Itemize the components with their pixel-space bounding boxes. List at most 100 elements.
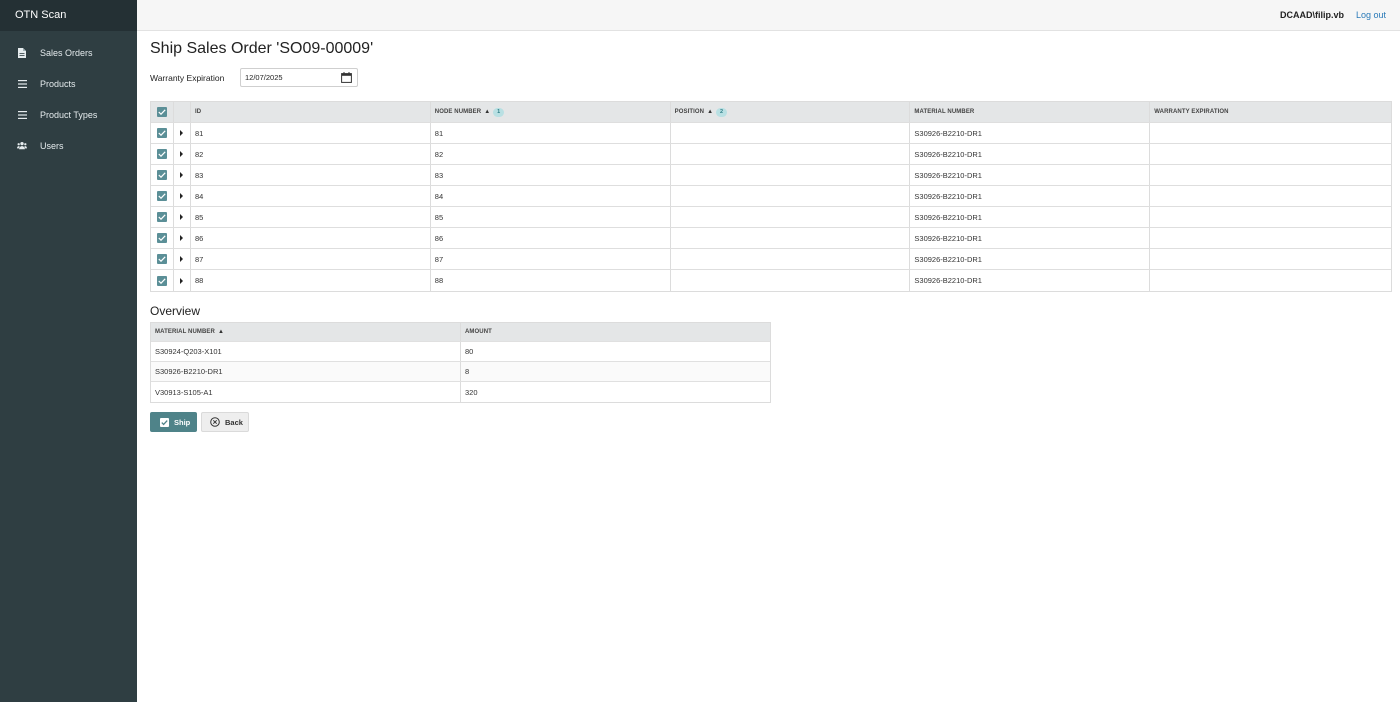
ship-button[interactable]: Ship (150, 412, 197, 432)
row-checkbox[interactable] (156, 191, 167, 201)
cell-material-number: S30926-B2210-DR1 (910, 144, 1151, 164)
current-user: DCAAD\filip.vb (1280, 10, 1344, 20)
table-row[interactable]: 84 84 S30926-B2210-DR1 (151, 186, 1391, 207)
table-row[interactable]: 81 81 S30926-B2210-DR1 (151, 123, 1391, 144)
sidebar-item-label: Product Types (40, 109, 98, 120)
sidebar-item-product-types[interactable]: Product Types (0, 99, 137, 130)
cell-node-number: 81 (431, 123, 671, 143)
cell-id: 88 (191, 270, 431, 291)
table-row[interactable]: 85 85 S30926-B2210-DR1 (151, 207, 1391, 228)
cell-material-number: S30926-B2210-DR1 (910, 165, 1151, 185)
grid-header: ID NODE NUMBER ▲ 1 POSITION ▲ 2 MATERIAL… (151, 102, 1391, 123)
sidebar-item-label: Sales Orders (40, 47, 93, 58)
cell-node-number: 88 (431, 270, 671, 291)
row-checkbox[interactable] (156, 149, 167, 159)
table-row[interactable]: 88 88 S30926-B2210-DR1 (151, 270, 1391, 291)
warranty-expiration-value: 12/07/2025 (245, 73, 283, 82)
cell-warranty-expiration (1150, 123, 1391, 143)
cell-warranty-expiration (1150, 144, 1391, 164)
row-checkbox[interactable] (156, 233, 167, 243)
expand-row-icon[interactable] (180, 151, 184, 157)
cell-position (671, 207, 911, 227)
cell-node-number: 83 (431, 165, 671, 185)
cell-material-number: S30926-B2210-DR1 (910, 186, 1151, 206)
overview-amount: 320 (465, 387, 478, 397)
cell-warranty-expiration (1150, 186, 1391, 206)
expand-row-icon[interactable] (180, 130, 184, 136)
table-row[interactable]: 86 86 S30926-B2210-DR1 (151, 228, 1391, 249)
cell-node-number: 87 (431, 249, 671, 269)
sort-ascending-icon: ▲ (707, 109, 714, 115)
sidebar-item-label: Products (40, 78, 76, 89)
cell-position (671, 165, 911, 185)
table-row[interactable]: 82 82 S30926-B2210-DR1 (151, 144, 1391, 165)
row-checkbox[interactable] (156, 212, 167, 222)
cell-position (671, 144, 911, 164)
expand-row-icon[interactable] (180, 193, 184, 199)
expand-row-icon[interactable] (180, 172, 184, 178)
sort-ascending-icon: ▲ (484, 109, 491, 115)
cell-id: 85 (191, 207, 431, 227)
row-checkbox[interactable] (156, 128, 167, 138)
users-icon (17, 141, 27, 151)
items-grid: ID NODE NUMBER ▲ 1 POSITION ▲ 2 MATERIAL… (150, 101, 1392, 292)
list-icon (17, 79, 27, 89)
column-header-warranty-expiration[interactable]: WARRANTY EXPIRATION (1150, 102, 1391, 122)
cell-node-number: 82 (431, 144, 671, 164)
cell-material-number: S30926-B2210-DR1 (910, 207, 1151, 227)
row-checkbox[interactable] (156, 254, 167, 264)
cell-warranty-expiration (1150, 207, 1391, 227)
sort-order-badge: 1 (493, 107, 505, 117)
cell-position (671, 249, 911, 269)
overview-material: V30913-S105-A1 (151, 382, 461, 402)
logout-link[interactable]: Log out (1356, 10, 1386, 20)
column-header-material-number[interactable]: MATERIAL NUMBER ▲ (151, 323, 461, 341)
cell-id: 82 (191, 144, 431, 164)
sidebar-item-label: Users (40, 140, 64, 151)
overview-material: S30924-Q203-X101 (151, 342, 461, 361)
expand-row-icon[interactable] (180, 214, 184, 220)
check-square-icon (160, 417, 169, 427)
column-header-amount[interactable]: AMOUNT (461, 323, 770, 341)
overview-header: MATERIAL NUMBER ▲ AMOUNT (151, 323, 770, 342)
cell-node-number: 84 (431, 186, 671, 206)
expand-row-icon[interactable] (180, 256, 184, 262)
cell-id: 84 (191, 186, 431, 206)
overview-material: S30926-B2210-DR1 (151, 362, 461, 381)
cell-id: 81 (191, 123, 431, 143)
table-row[interactable]: 83 83 S30926-B2210-DR1 (151, 165, 1391, 186)
sort-order-badge: 2 (716, 107, 728, 117)
sidebar-item-users[interactable]: Users (0, 130, 137, 161)
expand-row-icon[interactable] (180, 235, 184, 241)
cell-id: 83 (191, 165, 431, 185)
column-header-material-number[interactable]: MATERIAL NUMBER (910, 102, 1151, 122)
select-all-checkbox[interactable] (156, 107, 167, 117)
cell-position (671, 186, 911, 206)
back-button[interactable]: Back (201, 412, 249, 432)
list-icon (17, 110, 27, 120)
table-row: V30913-S105-A1 320 (151, 382, 770, 402)
sidebar: OTN Scan Sales Orders Products Product T… (0, 0, 137, 702)
cell-warranty-expiration (1150, 249, 1391, 269)
calendar-icon[interactable] (341, 72, 352, 83)
table-row[interactable]: 87 87 S30926-B2210-DR1 (151, 249, 1391, 270)
table-row: S30926-B2210-DR1 8 (151, 362, 770, 382)
column-header-node-number[interactable]: NODE NUMBER ▲ 1 (431, 102, 671, 122)
document-icon (17, 47, 27, 58)
sidebar-item-sales-orders[interactable]: Sales Orders (0, 37, 137, 68)
app-title[interactable]: OTN Scan (0, 0, 137, 31)
warranty-expiration-input[interactable]: 12/07/2025 (240, 68, 358, 87)
cell-material-number: S30926-B2210-DR1 (910, 270, 1151, 291)
column-header-id[interactable]: ID (191, 102, 431, 122)
overview-amount: 80 (465, 347, 474, 356)
sidebar-item-products[interactable]: Products (0, 68, 137, 99)
cell-node-number: 85 (431, 207, 671, 227)
cell-position (671, 228, 911, 248)
row-checkbox[interactable] (156, 170, 167, 180)
table-row: S30924-Q203-X101 80 (151, 342, 770, 362)
expand-row-icon[interactable] (180, 277, 184, 284)
cell-warranty-expiration (1150, 165, 1391, 185)
column-header-position[interactable]: POSITION ▲ 2 (671, 102, 911, 122)
cell-id: 87 (191, 249, 431, 269)
row-checkbox[interactable] (156, 275, 167, 286)
